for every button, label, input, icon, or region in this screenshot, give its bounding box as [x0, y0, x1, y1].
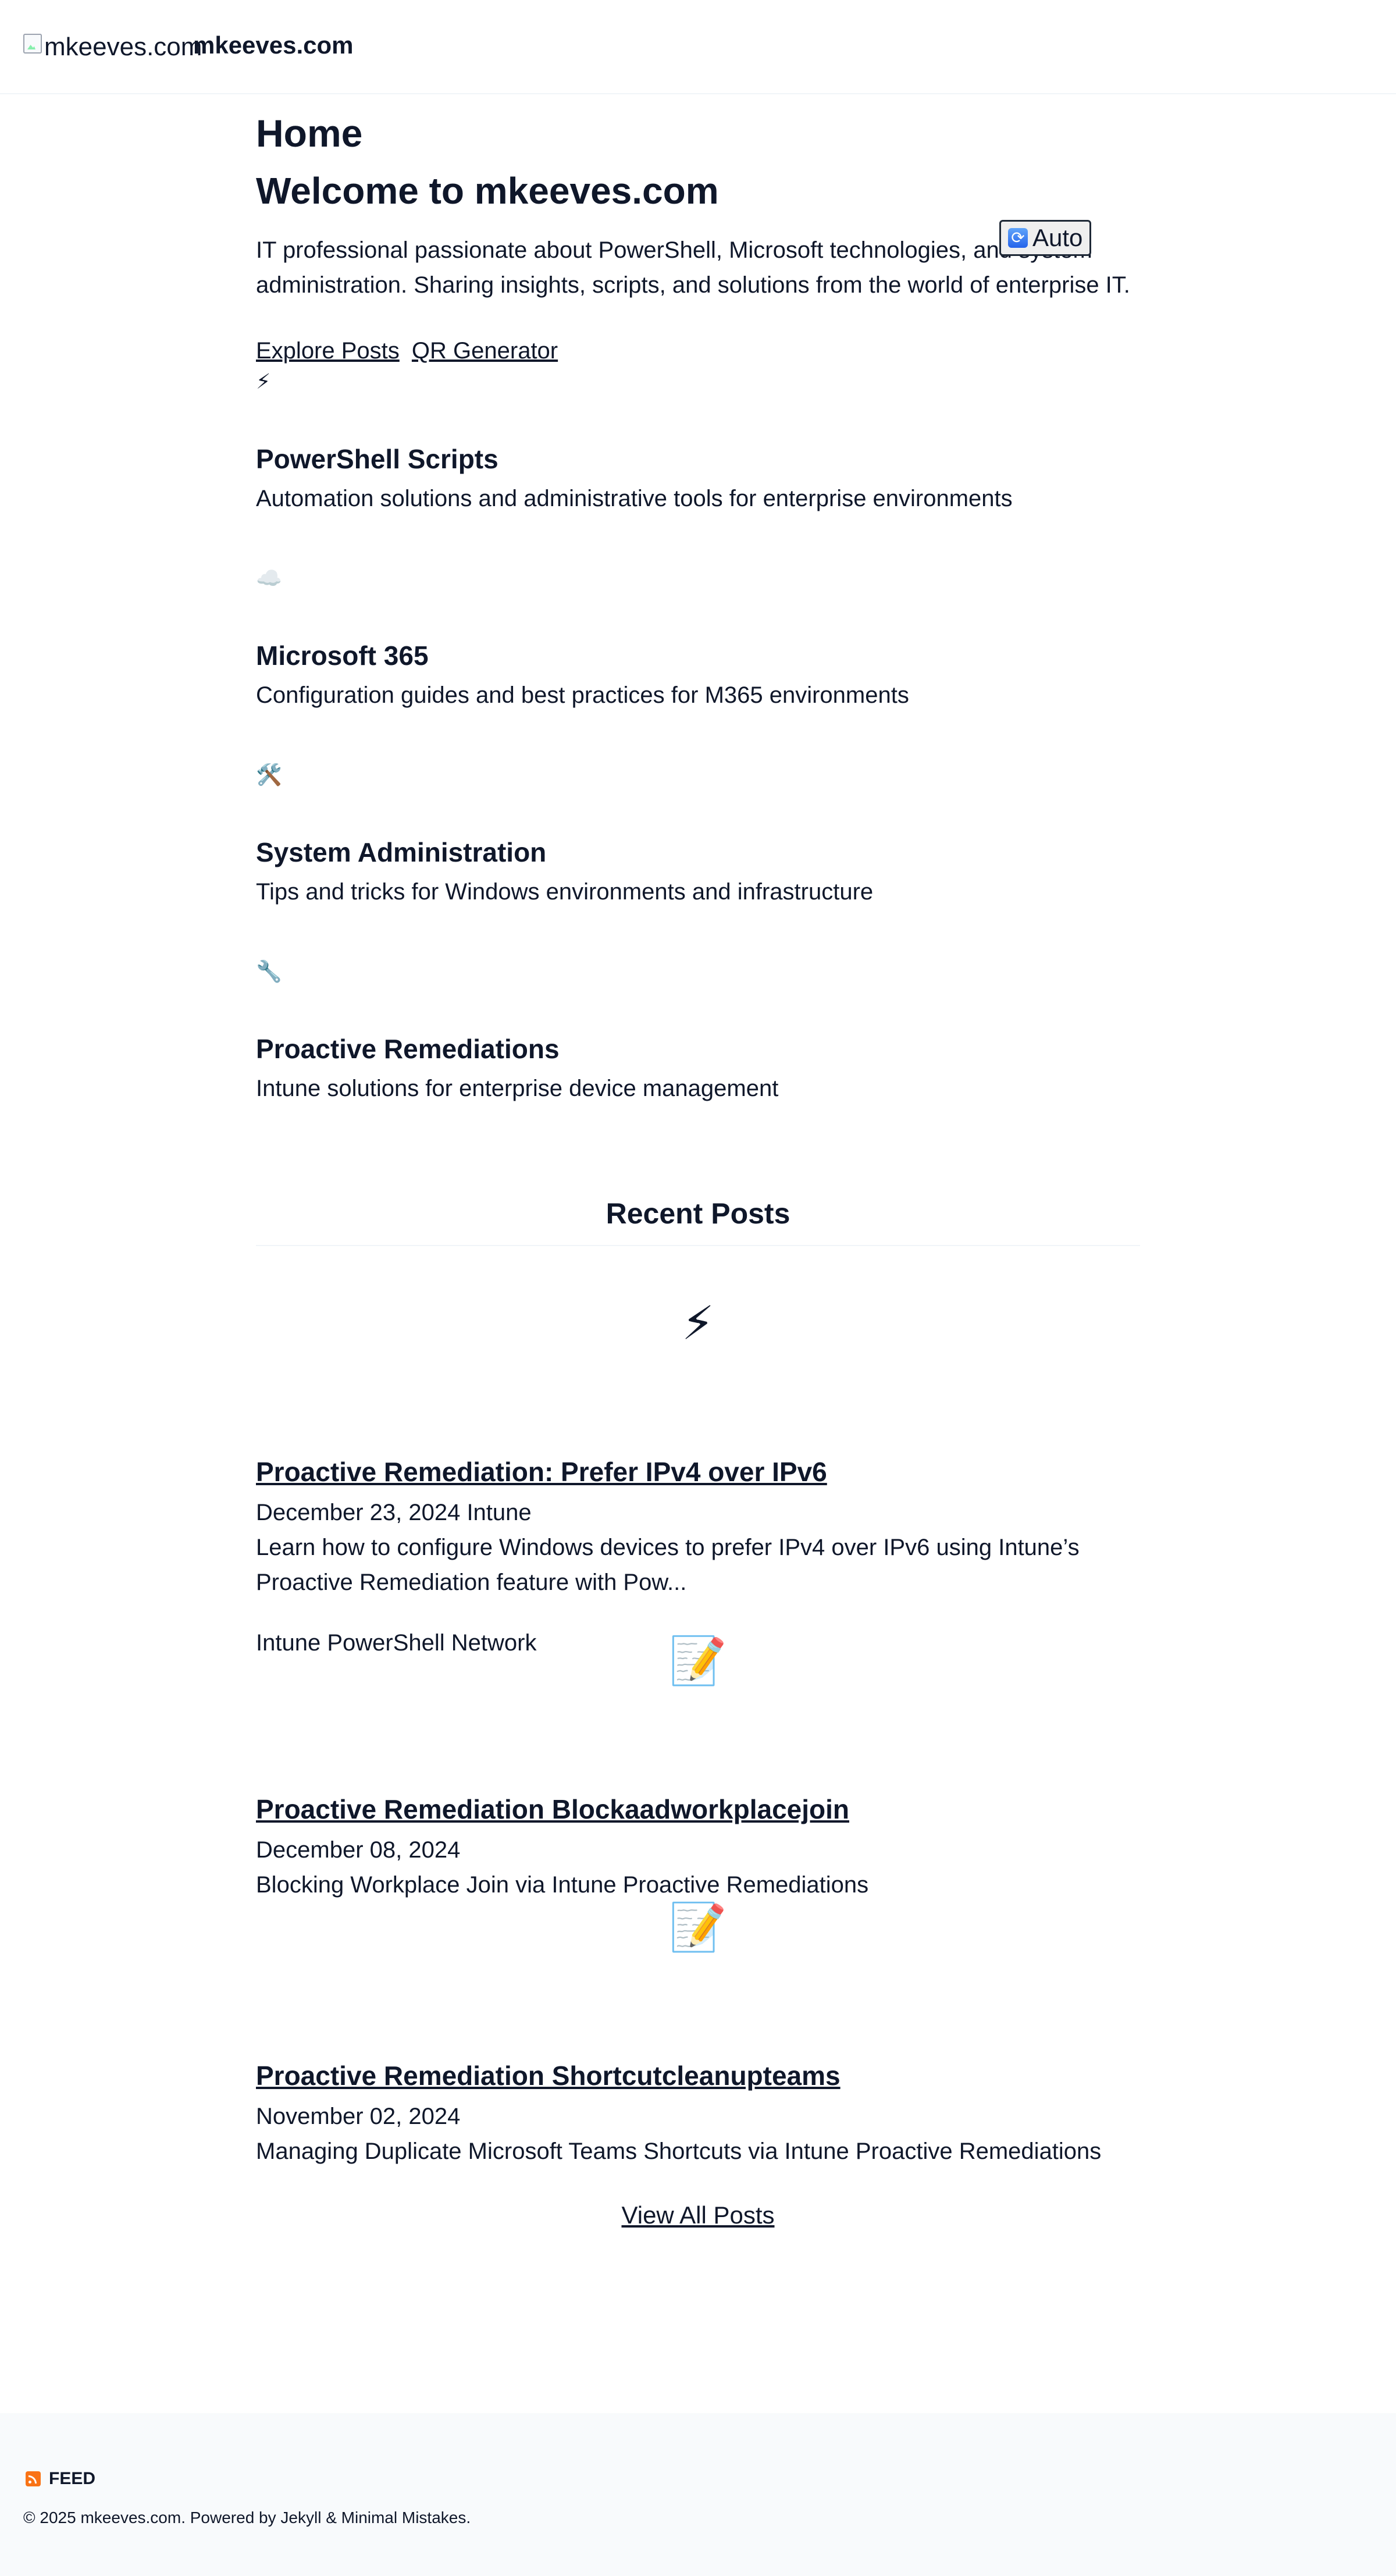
copyright-text: © 2025 mkeeves.com. Powered by Jekyll & … [23, 2509, 471, 2527]
post-meta: December 08, 2024 [256, 1837, 461, 1863]
site-logo[interactable]: mkeeves.com [23, 33, 202, 62]
feed-label: FEED [49, 2469, 96, 2488]
lightning-icon: ⚡ [256, 369, 271, 393]
memo-icon: 📝 [669, 1635, 727, 1687]
theme-toggle-label: Auto [1032, 224, 1083, 251]
lightning-icon: ⚡ [681, 1297, 715, 1349]
feature-description: Configuration guides and best practices … [256, 682, 909, 708]
site-footer: FEED © 2025 mkeeves.com. Powered by Jeky… [0, 2413, 1396, 2576]
tools-icon: 🛠️ [256, 763, 282, 787]
post-excerpt: Learn how to configure Windows devices t… [256, 1535, 1080, 1595]
hero-links: Explore Posts QR Generator [256, 336, 564, 365]
feature-description: Tips and tricks for Windows environments… [256, 879, 874, 905]
feature-description: Automation solutions and administrative … [256, 486, 1013, 511]
feed-link[interactable]: FEED [26, 2469, 95, 2489]
broken-image-icon [23, 34, 42, 54]
post-meta: November 02, 2024 [256, 2104, 461, 2129]
post-title: Proactive Remediation Shortcutcleanuptea… [256, 2059, 841, 2092]
feature-title: Microsoft 365 [256, 641, 429, 671]
feature-title: PowerShell Scripts [256, 444, 498, 474]
feature-title: Proactive Remediations [256, 1034, 560, 1064]
page-title: Home [256, 112, 363, 155]
cloud-icon: ☁️ [256, 566, 282, 590]
post-title-link[interactable]: Proactive Remediation Shortcutcleanuptea… [256, 2061, 841, 2091]
logo-alt-text: mkeeves.com [44, 33, 202, 61]
masthead: mkeeves.com mkeeves.com [0, 0, 1396, 94]
recent-posts-heading: Recent Posts [606, 1197, 790, 1230]
view-all-wrapper: View All Posts [256, 2198, 1140, 2233]
explore-posts-link[interactable]: Explore Posts [256, 338, 400, 364]
post-title: Proactive Remediation: Prefer IPv4 over … [256, 1456, 827, 1488]
theme-toggle-button[interactable]: ⟳ Auto [999, 220, 1092, 256]
post-title-link[interactable]: Proactive Remediation Blockaadworkplacej… [256, 1794, 849, 1824]
post-meta: December 23, 2024 Intune [256, 1500, 532, 1525]
refresh-icon: ⟳ [1008, 228, 1028, 248]
post-excerpt: Managing Duplicate Microsoft Teams Short… [256, 2139, 1102, 2164]
rss-icon [26, 2471, 41, 2486]
view-all-posts-link[interactable]: View All Posts [621, 2201, 774, 2229]
memo-icon: 📝 [669, 1901, 727, 1953]
welcome-heading: Welcome to mkeeves.com [256, 170, 719, 212]
qr-generator-link[interactable]: QR Generator [412, 338, 558, 364]
post-title: Proactive Remediation Blockaadworkplacej… [256, 1793, 849, 1826]
wrench-icon: 🔧 [256, 959, 282, 983]
post-title-link[interactable]: Proactive Remediation: Prefer IPv4 over … [256, 1457, 827, 1487]
site-title-link[interactable]: mkeeves.com [193, 31, 354, 59]
divider [256, 1245, 1140, 1246]
post-excerpt: Blocking Workplace Join via Intune Proac… [256, 1872, 869, 1898]
feature-description: Intune solutions for enterprise device m… [256, 1076, 779, 1101]
feature-title: System Administration [256, 837, 547, 867]
